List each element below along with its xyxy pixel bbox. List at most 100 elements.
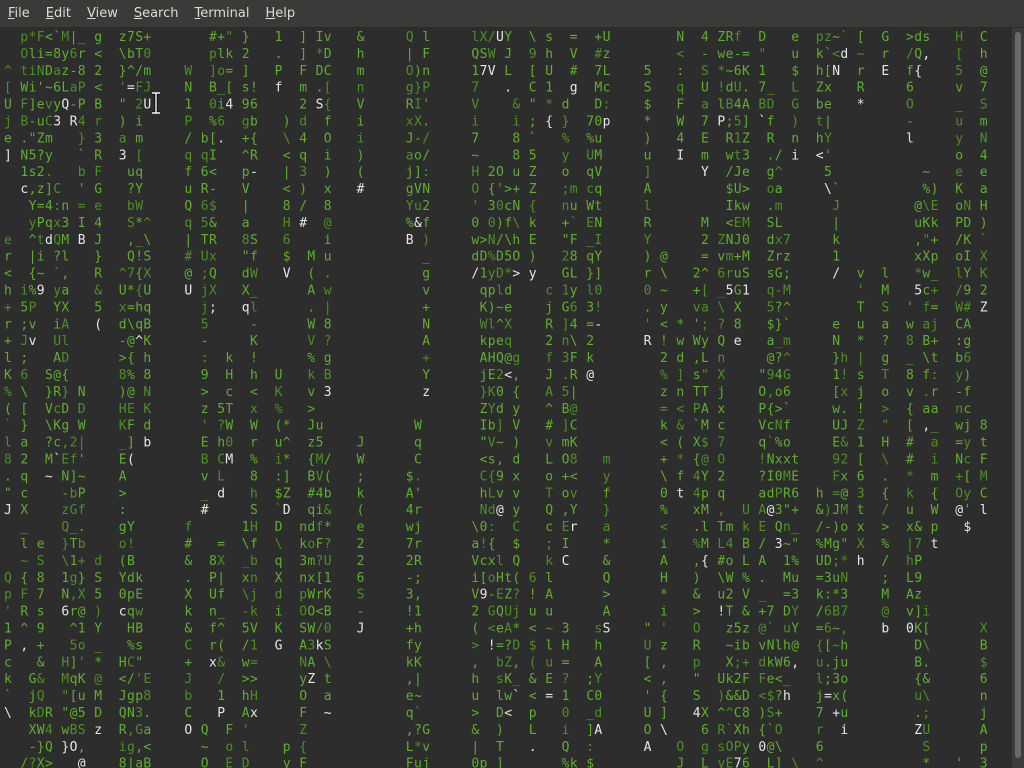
rain-char: % <box>922 182 930 197</box>
rain-char: Y <box>824 131 832 146</box>
rain-char: N <box>840 571 848 586</box>
rain-char: o <box>119 537 127 552</box>
terminal-area[interactable]: ^[Uj e] e r < h + r + l K%(` l 8. " J Qp ' 1 Pc k ` \ p Ot W F B. N… <box>0 28 1012 768</box>
rain-char: / <box>217 672 225 687</box>
rain-char: . <box>922 655 930 670</box>
rain-char: 8 <box>78 64 86 79</box>
rain-char: A <box>603 605 611 620</box>
rain-char: N <box>78 385 86 400</box>
rain-char: [ <box>824 638 832 653</box>
menu-terminal[interactable]: Terminal <box>187 6 258 21</box>
rain-char: { <box>758 723 766 738</box>
menu-search[interactable]: Search <box>126 6 187 21</box>
rain-char: A <box>644 182 652 197</box>
rain-char: l <box>496 689 504 704</box>
rain-head-char: Z <box>307 672 315 687</box>
rain-char: h <box>816 64 824 79</box>
rain-char: 2 <box>734 672 742 687</box>
rain-char: ^ <box>783 351 791 366</box>
rain-char: & <box>840 436 848 451</box>
rain-head-char: i <box>791 148 799 163</box>
rain-char: Z <box>767 250 775 265</box>
rain-char: ) <box>758 706 766 721</box>
rain-char: p <box>529 706 537 721</box>
rain-char: B <box>914 655 922 670</box>
rain-char: h <box>480 486 488 501</box>
rain-char: f <box>922 300 930 315</box>
rain-char: , <box>512 368 520 383</box>
rain-char: @ <box>840 486 848 501</box>
rain-char: q <box>594 182 602 197</box>
rain-char: _ <box>783 672 791 687</box>
rain-char: ( <box>275 419 283 434</box>
rain-char: < <box>660 436 668 451</box>
rain-char: } <box>775 317 783 332</box>
rain-char: T <box>693 385 701 400</box>
rain-char: 2 <box>545 334 553 349</box>
menu-help[interactable]: Help <box>257 6 303 21</box>
rain-char: > <box>603 588 611 603</box>
rain-char: ^ <box>70 622 78 637</box>
rain-char: ] <box>775 757 783 768</box>
rain-char: A <box>758 503 766 518</box>
rain-char: \ <box>922 689 930 704</box>
rain-char: g <box>406 182 414 197</box>
rain-char: i <box>275 605 283 620</box>
rain-char: ; <box>545 537 553 552</box>
rain-char: * <box>660 588 668 603</box>
menu-view[interactable]: View <box>79 6 126 21</box>
rain-char: 3 <box>980 757 988 768</box>
rain-head-char: @ <box>78 757 86 768</box>
rain-char: \ <box>242 537 250 552</box>
rain-char: T <box>225 402 233 417</box>
rain-char: b <box>201 131 209 146</box>
rain-char: * <box>324 520 332 535</box>
rain-char: d <box>767 233 775 248</box>
rain-char: < <box>94 47 102 62</box>
rain-char: $ <box>980 655 988 670</box>
rain-char: } <box>20 419 28 434</box>
menu-edit[interactable]: Edit <box>38 6 79 21</box>
menu-file[interactable]: File <box>0 6 38 21</box>
rain-char: N <box>422 317 430 332</box>
rain-char: r <box>316 588 324 603</box>
rain-char: M <box>701 419 709 434</box>
rain-head-char: l <box>980 503 988 518</box>
rain-char: < <box>832 47 840 62</box>
rain-char: j <box>201 284 209 299</box>
rain-char: & <box>209 216 217 231</box>
rain-char: ( <box>119 554 127 569</box>
rain-head-char: < <box>504 706 512 721</box>
rain-char: ' <box>644 689 652 704</box>
rain-char: + <box>422 300 430 315</box>
rain-char: 6 <box>816 740 824 755</box>
scrollbar-thumb[interactable] <box>1015 32 1021 758</box>
rain-char: = <box>225 64 233 79</box>
rain-char: , <box>406 672 414 687</box>
rain-char: a <box>406 148 414 163</box>
rain-char: y <box>512 402 520 417</box>
rain-char: 1 <box>61 571 69 586</box>
rain-char: + <box>742 655 750 670</box>
rain-char: N <box>980 131 988 146</box>
rain-char: ^ <box>816 757 824 768</box>
rain-char: + <box>406 622 414 637</box>
rain-char: \ <box>529 30 537 45</box>
rain-char: X <box>209 284 217 299</box>
rain-char: [ <box>857 453 865 468</box>
rain-char: . <box>307 300 315 315</box>
rain-char: 5 <box>955 64 963 79</box>
rain-char: Z <box>717 30 725 45</box>
rain-char: " <box>135 655 143 670</box>
rain-char: F <box>676 98 684 113</box>
rain-char: } <box>562 115 570 130</box>
rain-char: ' <box>857 284 865 299</box>
rain-char: | <box>283 165 291 180</box>
rain-char: ] <box>594 267 602 282</box>
rain-char: = <box>250 655 258 670</box>
rain-char: X <box>504 317 512 332</box>
rain-char: ! <box>529 588 537 603</box>
terminal-scrollbar[interactable] <box>1012 28 1024 768</box>
rain-char: = <box>562 655 570 670</box>
rain-char: # <box>209 30 217 45</box>
